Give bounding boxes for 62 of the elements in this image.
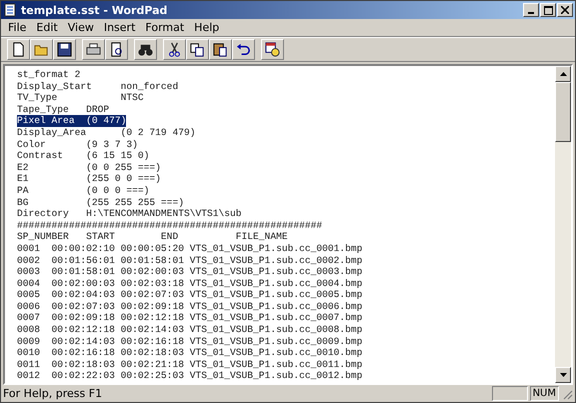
text-line: 0002 00:01:56:01 00:01:58:01 VTS_01_VSUB_P1.sub.cc_0002.bmp xyxy=(17,254,362,266)
menu-item[interactable]: Insert xyxy=(98,21,140,34)
resize-grip-icon xyxy=(561,388,573,400)
num-lock-indicator: NUM xyxy=(530,386,559,401)
menu-item[interactable]: Format xyxy=(140,21,190,34)
text-line: Display_Area (0 2 719 479) xyxy=(17,126,196,139)
text-line: ##################################################### xyxy=(17,220,322,232)
window-title: template.sst - WordPad xyxy=(21,4,168,16)
printer-button[interactable] xyxy=(82,39,105,60)
text-line: 0008 00:02:12:18 00:02:14:03 VTS_01_VSUB_P1.sub.cc_0008.bmp xyxy=(17,324,362,336)
text-line: BG (255 255 255 ===) xyxy=(17,196,184,208)
menu-item[interactable]: File xyxy=(3,21,32,34)
scrollbar-thumb[interactable] xyxy=(555,82,571,142)
undo-arrow-button[interactable] xyxy=(232,39,255,60)
text-line: E2 (0 0 255 ===) xyxy=(17,162,161,174)
close-button[interactable] xyxy=(557,3,573,17)
text-line: 0012 00:02:22:03 00:02:25:03 VTS_01_VSUB_P1.sub.cc_0012.bmp xyxy=(17,370,362,382)
scroll-down-icon[interactable] xyxy=(560,373,566,377)
text-line: 0001 00:00:02:10 00:00:05:20 VTS_01_VSUB_P1.sub.cc_0001.bmp xyxy=(17,242,362,254)
text-line: 0009 00:02:14:03 00:02:16:18 VTS_01_VSUB_P1.sub.cc_0009.bmp xyxy=(17,336,362,348)
status-message: For Help, press F1 xyxy=(3,387,104,400)
text-line: E1 (255 0 0 ===) xyxy=(17,173,161,185)
document-icon xyxy=(3,3,17,17)
text-line: 0011 00:02:18:03 00:02:21:18 VTS_01_VSUB_P1.sub.cc_0011.bmp xyxy=(17,358,362,370)
scissors-icon xyxy=(166,41,183,58)
menu-item[interactable]: View xyxy=(62,21,99,34)
floppy-disk-button[interactable] xyxy=(53,39,76,60)
maximize-icon xyxy=(544,6,552,14)
close-icon xyxy=(561,6,569,14)
date-time-icon xyxy=(264,41,281,58)
paste-icon xyxy=(212,41,229,58)
vertical-scrollbar[interactable] xyxy=(555,66,571,383)
binoculars-button[interactable] xyxy=(134,39,157,60)
menu-item[interactable]: Help xyxy=(189,21,224,34)
text-line: 0005 00:02:04:03 00:02:07:03 VTS_01_VSUB_P1.sub.cc_0005.bmp xyxy=(17,289,362,301)
minimize-button[interactable] xyxy=(523,3,539,17)
new-document-button[interactable] xyxy=(7,39,30,60)
date-time-button[interactable] xyxy=(261,39,284,60)
text-line: 0004 00:02:00:03 00:02:03:18 VTS_01_VSUB_P1.sub.cc_0004.bmp xyxy=(17,278,362,290)
copy-icon xyxy=(189,41,206,58)
maximize-button[interactable] xyxy=(540,3,556,17)
text-line: 0010 00:02:16:18 00:02:18:03 VTS_01_VSUB_P1.sub.cc_0010.bmp xyxy=(17,347,362,359)
paste-button[interactable] xyxy=(209,39,232,60)
text-line: SP_NUMBER START END FILE_NAME xyxy=(17,231,288,243)
text-line: Color (9 3 7 3) xyxy=(17,138,138,150)
text-line: st_format 2 xyxy=(17,69,80,81)
open-folder-button[interactable] xyxy=(30,39,53,60)
text-line: Display_Start non_forced xyxy=(17,80,178,92)
text-line: 0007 00:02:09:18 00:02:12:18 VTS_01_VSUB_P1.sub.cc_0007.bmp xyxy=(17,312,362,324)
scroll-up-icon[interactable] xyxy=(560,72,566,76)
print-preview-button[interactable] xyxy=(105,39,128,60)
text-line: Contrast (6 15 15 0) xyxy=(17,150,150,162)
undo-arrow-icon xyxy=(235,41,252,58)
text-line: 0003 00:01:58:01 00:02:00:03 VTS_01_VSUB_P1.sub.cc_0003.bmp xyxy=(17,266,362,278)
text-line: Tape_Type DROP xyxy=(17,104,110,116)
text-line: PA (0 0 0 ===) xyxy=(17,184,150,197)
text-line: TV_Type NTSC xyxy=(17,92,144,104)
text-line: Directory H:\TENCOMMANDMENTS\VTS1\sub xyxy=(17,208,242,220)
copy-button[interactable] xyxy=(186,39,209,60)
menu-item[interactable]: Edit xyxy=(31,21,63,34)
scissors-button[interactable] xyxy=(163,39,186,60)
text-line: 0006 00:02:07:03 00:02:09:18 VTS_01_VSUB_P1.sub.cc_0006.bmp xyxy=(17,300,362,312)
